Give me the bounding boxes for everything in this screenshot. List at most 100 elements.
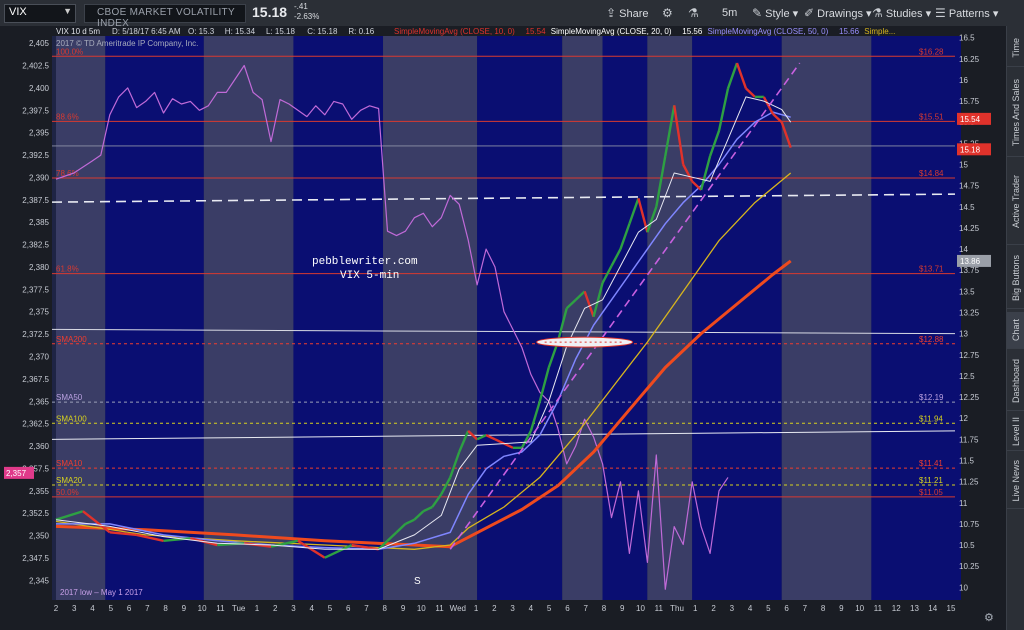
price-chart[interactable]: 16.516.251615.7515.515.251514.7514.514.2… bbox=[0, 26, 1006, 630]
tab-times-and-sales[interactable]: Times And Sales bbox=[1007, 70, 1024, 157]
studies-button[interactable]: ⚗ Studies ▾ bbox=[872, 5, 931, 21]
tab-chart[interactable]: Chart bbox=[1007, 312, 1024, 349]
study-label: 15.54 bbox=[526, 27, 547, 36]
left-axis-tick-label: 2,375 bbox=[29, 308, 50, 317]
tab-label: Chart bbox=[1011, 318, 1021, 341]
pencil-icon: ✐ bbox=[804, 6, 815, 20]
right-axis-tick-label: 11.25 bbox=[959, 478, 979, 487]
left-axis-tick-label: 2,352.5 bbox=[22, 509, 49, 518]
x-axis-tick-label: 8 bbox=[821, 604, 826, 613]
tab-big-buttons[interactable]: Big Buttons bbox=[1007, 248, 1024, 309]
level-label: SMA20 bbox=[56, 476, 83, 485]
x-axis-tick-label: 5 bbox=[547, 604, 552, 613]
level-value-label: $11.94 bbox=[919, 414, 943, 423]
tab-time[interactable]: Time bbox=[1007, 30, 1024, 67]
flask-button[interactable]: ⚗ bbox=[688, 5, 699, 21]
level-value-label: $11.05 bbox=[919, 488, 943, 497]
left-axis-tick-label: 2,390 bbox=[29, 173, 50, 182]
level-label: 88.6% bbox=[56, 112, 79, 121]
chart-settings-icon[interactable]: ⚙ bbox=[984, 611, 994, 624]
x-axis-tick-label: 1 bbox=[693, 604, 698, 613]
style-button[interactable]: ✎ Style ▾ bbox=[752, 5, 798, 21]
left-axis-tick-label: 2,365 bbox=[29, 397, 50, 406]
ohlc-value: C: 15.18 bbox=[307, 27, 338, 36]
session-band bbox=[383, 36, 478, 600]
right-axis-tick-label: 14.75 bbox=[959, 182, 980, 191]
x-axis-tick-label: 10 bbox=[417, 604, 426, 613]
right-axis-tick-label: 16.5 bbox=[959, 34, 975, 43]
share-button[interactable]: ⇪ Share bbox=[606, 5, 648, 21]
timeframe-button[interactable]: 5m bbox=[722, 5, 737, 21]
x-axis-tick-label: 10 bbox=[636, 604, 645, 613]
x-axis-tick-label: 11 bbox=[874, 604, 883, 613]
x-axis-tick-label: 5 bbox=[109, 604, 114, 613]
x-axis-tick-label: Tue bbox=[232, 604, 246, 613]
x-axis-tick-label: 8 bbox=[163, 604, 168, 613]
right-axis-tick-label: 12.75 bbox=[959, 351, 980, 360]
right-axis-tick-label: 13.5 bbox=[959, 287, 975, 296]
study-label: 15.56 bbox=[682, 27, 703, 36]
studies-label: Studies bbox=[885, 8, 923, 20]
copyright-text: 2017 © TD Ameritrade IP Company, Inc. bbox=[56, 39, 198, 48]
level-value-label: $12.19 bbox=[919, 393, 944, 402]
left-axis-tick-label: 2,367.5 bbox=[22, 375, 49, 384]
price-tag-label: 13.86 bbox=[960, 257, 981, 266]
x-axis-tick-label: 1 bbox=[474, 604, 479, 613]
x-axis-tick-label: 4 bbox=[748, 604, 753, 613]
symbol-input[interactable]: VIX ▼ bbox=[4, 4, 76, 23]
tab-label: Time bbox=[1011, 38, 1021, 58]
x-axis-tick-label: 9 bbox=[182, 604, 187, 613]
level-value-label: $11.21 bbox=[919, 476, 943, 485]
flask-icon: ⚗ bbox=[688, 6, 699, 20]
symbol-description: CBOE MARKET VOLATILITY INDEX bbox=[84, 4, 246, 29]
level-value-label: $16.28 bbox=[919, 47, 944, 56]
price-change: -.41 -2.63% bbox=[294, 2, 319, 22]
tab-live-news[interactable]: Live News bbox=[1007, 454, 1024, 509]
x-axis-tick-label: 8 bbox=[602, 604, 607, 613]
drawings-button[interactable]: ✐ Drawings ▾ bbox=[804, 5, 872, 21]
change-value: -.41 bbox=[294, 2, 308, 11]
drawings-label: Drawings bbox=[817, 8, 863, 20]
tab-active-trader[interactable]: Active Trader bbox=[1007, 160, 1024, 245]
plot-area: 16.516.251615.7515.515.251514.7514.514.2… bbox=[4, 34, 991, 613]
right-axis-tick-label: 12 bbox=[959, 414, 968, 423]
x-axis-tick-label: 1 bbox=[255, 604, 260, 613]
right-axis-tick-label: 11.75 bbox=[959, 435, 979, 444]
x-axis-tick-label: 3 bbox=[291, 604, 296, 613]
right-axis-tick-label: 14 bbox=[959, 245, 968, 254]
left-axis-tick-label: 2,395 bbox=[29, 129, 50, 138]
left-axis-tick-label: 2,347.5 bbox=[22, 554, 49, 563]
ohlc-value: R: 0.16 bbox=[348, 27, 374, 36]
session-band bbox=[871, 36, 961, 600]
x-axis-tick-label: 12 bbox=[892, 604, 901, 613]
right-axis-tick-label: 10 bbox=[959, 583, 968, 592]
level-label: SMA10 bbox=[56, 459, 83, 468]
x-axis-tick-label: 4 bbox=[309, 604, 314, 613]
x-axis-tick-label: 5 bbox=[328, 604, 333, 613]
price-tag-label: 15.18 bbox=[960, 145, 981, 154]
patterns-button[interactable]: ☰ Patterns ▾ bbox=[935, 5, 998, 21]
settings-button[interactable]: ⚙ bbox=[662, 5, 673, 21]
session-band bbox=[692, 36, 782, 600]
x-axis-tick-label: 3 bbox=[72, 604, 77, 613]
level-label: SMA50 bbox=[56, 393, 83, 402]
x-axis-tick-label: 4 bbox=[529, 604, 534, 613]
last-price: 15.18 bbox=[252, 4, 288, 20]
left-axis-tick-label: 2,372.5 bbox=[22, 330, 49, 339]
left-axis-tick-label: 2,345 bbox=[29, 576, 50, 585]
level-value-label: $13.71 bbox=[919, 265, 944, 274]
x-axis-tick-label: 6 bbox=[127, 604, 132, 613]
session-band bbox=[203, 36, 294, 600]
right-axis-tick-label: 14.25 bbox=[959, 224, 980, 233]
tab-label: Dashboard bbox=[1011, 358, 1021, 404]
ohlc-value: H: 15.34 bbox=[225, 27, 256, 36]
right-axis-tick-label: 10.5 bbox=[959, 541, 975, 550]
x-axis-tick-label: 2 bbox=[273, 604, 278, 613]
s-annotation: S bbox=[414, 576, 421, 587]
chevron-down-icon[interactable]: ▼ bbox=[63, 6, 72, 16]
tab-level-ii[interactable]: Level II bbox=[1007, 414, 1024, 451]
share-icon: ⇪ bbox=[606, 6, 617, 20]
chart-date: D: 5/18/17 6:45 AM bbox=[112, 27, 181, 36]
tab-dashboard[interactable]: Dashboard bbox=[1007, 352, 1024, 411]
level-value-label: $11.41 bbox=[919, 459, 943, 468]
